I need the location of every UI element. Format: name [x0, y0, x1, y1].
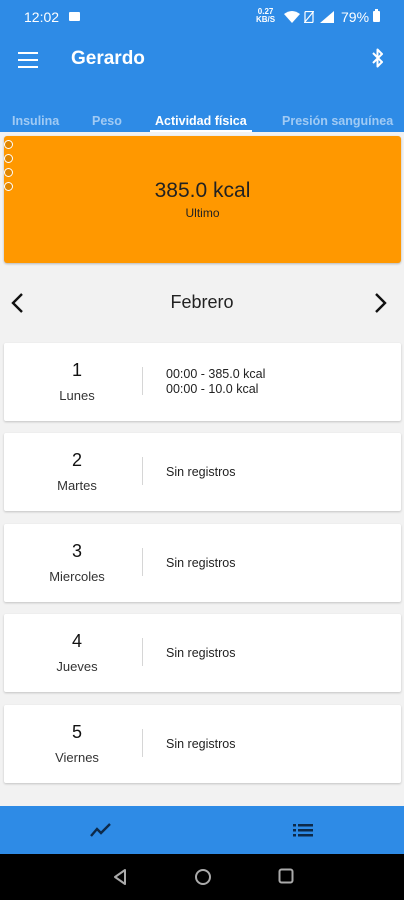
no-sim-icon — [304, 11, 314, 23]
day-number: 4 — [71, 631, 82, 651]
day-card[interactable]: 1 Lunes 00:00 - 385.0 kcal 00:00 - 10.0 … — [4, 343, 401, 421]
day-number: 3 — [71, 541, 82, 561]
wifi-icon — [284, 11, 300, 23]
entry-text: Sin registros — [166, 464, 236, 479]
tab-indicator — [150, 130, 252, 132]
month-label: Febrero — [170, 292, 234, 312]
day-name: Jueves — [56, 659, 98, 674]
tab-presion-sanguinea[interactable]: Presión sanguínea — [282, 114, 393, 128]
chart-trend-icon[interactable] — [90, 820, 112, 840]
system-nav-bar — [0, 854, 404, 900]
app-bar: Gerardo Insulina Peso Actividad física P… — [0, 31, 404, 132]
battery-icon — [373, 9, 380, 22]
day-number: 1 — [71, 360, 82, 380]
chevron-right-icon[interactable] — [368, 291, 392, 315]
day-name: Lunes — [59, 388, 95, 403]
tab-insulina[interactable]: Insulina — [12, 114, 59, 128]
page-dot[interactable] — [4, 154, 13, 163]
network-speed: 0.27 KB/S — [256, 8, 275, 24]
divider — [142, 457, 143, 485]
entry-text: Sin registros — [166, 736, 236, 751]
back-icon[interactable] — [112, 868, 128, 886]
entry-text: Sin registros — [166, 645, 236, 660]
network-speed-unit: KB/S — [256, 15, 276, 24]
list-icon[interactable] — [293, 820, 313, 840]
battery-percent: 79% — [341, 9, 370, 25]
home-icon[interactable] — [194, 868, 212, 886]
bluetooth-icon[interactable] — [370, 47, 386, 69]
entry-text: 00:00 - 10.0 kcal — [166, 382, 259, 396]
divider — [142, 729, 143, 757]
recents-icon[interactable] — [278, 868, 294, 884]
month-navigation: Febrero — [0, 283, 404, 323]
day-card[interactable]: 3 Miercoles Sin registros — [4, 524, 401, 602]
day-number: 2 — [71, 450, 82, 470]
day-entries: Sin registros — [166, 614, 235, 692]
day-name: Viernes — [55, 750, 99, 765]
signal-icon — [320, 11, 334, 23]
summary-label: Ultimo — [185, 206, 220, 220]
day-card[interactable]: 4 Jueves Sin registros — [4, 614, 401, 692]
divider — [142, 367, 143, 395]
day-card[interactable]: 2 Martes Sin registros — [4, 433, 401, 511]
page-dot[interactable] — [4, 168, 13, 177]
day-number: 5 — [71, 722, 82, 742]
day-entries: 00:00 - 385.0 kcal 00:00 - 10.0 kcal — [166, 343, 265, 421]
summary-value: 385.0 kcal — [154, 179, 251, 202]
tab-actividad-fisica[interactable]: Actividad física — [155, 114, 247, 128]
entry-text: Sin registros — [166, 555, 236, 570]
image-notification-icon — [69, 12, 80, 21]
day-name: Miercoles — [49, 569, 105, 584]
status-time: 12:02 — [24, 9, 60, 25]
day-entries: Sin registros — [166, 524, 235, 602]
page-dot[interactable] — [4, 140, 13, 149]
summary-card[interactable]: 385.0 kcal Ultimo — [4, 136, 401, 263]
bottom-navigation — [0, 806, 404, 854]
day-entries: Sin registros — [166, 433, 235, 511]
day-card[interactable]: 5 Viernes Sin registros — [4, 705, 401, 783]
tab-peso[interactable]: Peso — [92, 114, 122, 128]
menu-icon[interactable] — [18, 52, 38, 68]
status-bar: 12:02 0.27 KB/S 79% — [0, 0, 404, 31]
day-name: Martes — [57, 478, 97, 493]
entry-text: 00:00 - 385.0 kcal — [166, 367, 266, 381]
divider — [142, 548, 143, 576]
page-title: Gerardo — [71, 48, 145, 69]
day-entries: Sin registros — [166, 705, 235, 783]
divider — [142, 638, 143, 666]
